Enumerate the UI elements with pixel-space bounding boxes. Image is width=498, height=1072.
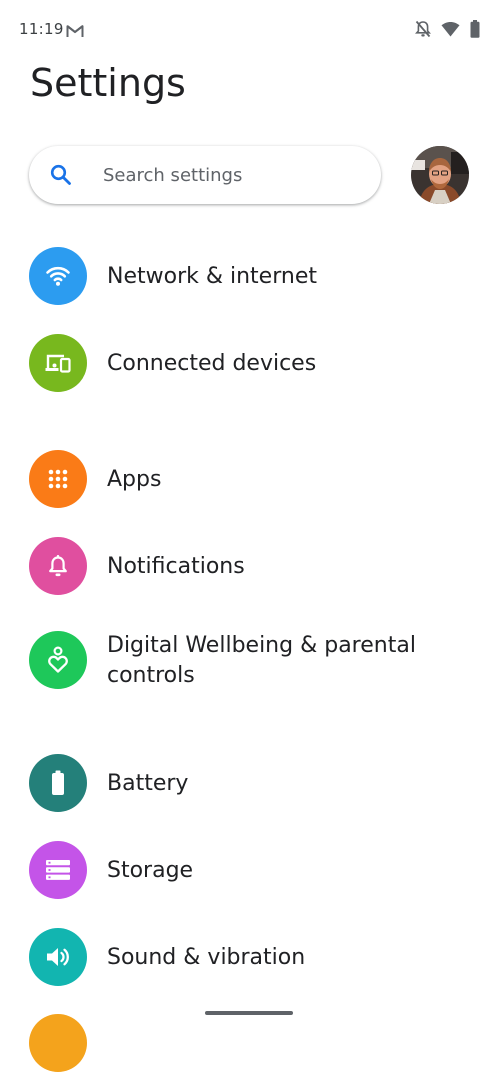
settings-item-label: Sound & vibration — [107, 945, 306, 970]
settings-item-storage[interactable]: Storage — [0, 831, 498, 911]
settings-item-network-internet[interactable]: Network & internet — [0, 237, 498, 317]
settings-item-label: Network & internet — [107, 264, 317, 289]
settings-item-label-line2: controls — [107, 663, 195, 688]
volume-icon — [29, 928, 87, 986]
storage-icon — [29, 841, 87, 899]
settings-item-sound-vibration[interactable]: Sound & vibration — [0, 918, 498, 998]
settings-item-label: Notifications — [107, 554, 245, 579]
settings-item-label: Storage — [107, 858, 194, 883]
settings-item-label: Battery — [107, 771, 189, 796]
settings-item-battery[interactable]: Battery — [0, 744, 498, 824]
battery-icon — [29, 754, 87, 812]
gesture-nav-handle[interactable] — [205, 1011, 293, 1015]
settings-item-label: Apps — [107, 467, 162, 492]
settings-item-label: Connected devices — [107, 351, 317, 376]
settings-item-notifications[interactable]: Notifications — [0, 527, 498, 607]
bell-icon — [29, 537, 87, 595]
settings-item-connected-devices[interactable]: Connected devices — [0, 324, 498, 404]
devices-icon — [29, 334, 87, 392]
apps-grid-icon — [29, 450, 87, 508]
settings-item-apps[interactable]: Apps — [0, 440, 498, 520]
settings-list: Network & internet Connected devices App… — [0, 0, 498, 1072]
settings-item-label-line1: Digital Wellbeing & parental — [107, 633, 416, 658]
settings-item-digital-wellbeing[interactable]: Digital Wellbeing & parental controls — [0, 617, 498, 717]
wifi-icon — [29, 247, 87, 305]
wellbeing-icon — [29, 631, 87, 689]
